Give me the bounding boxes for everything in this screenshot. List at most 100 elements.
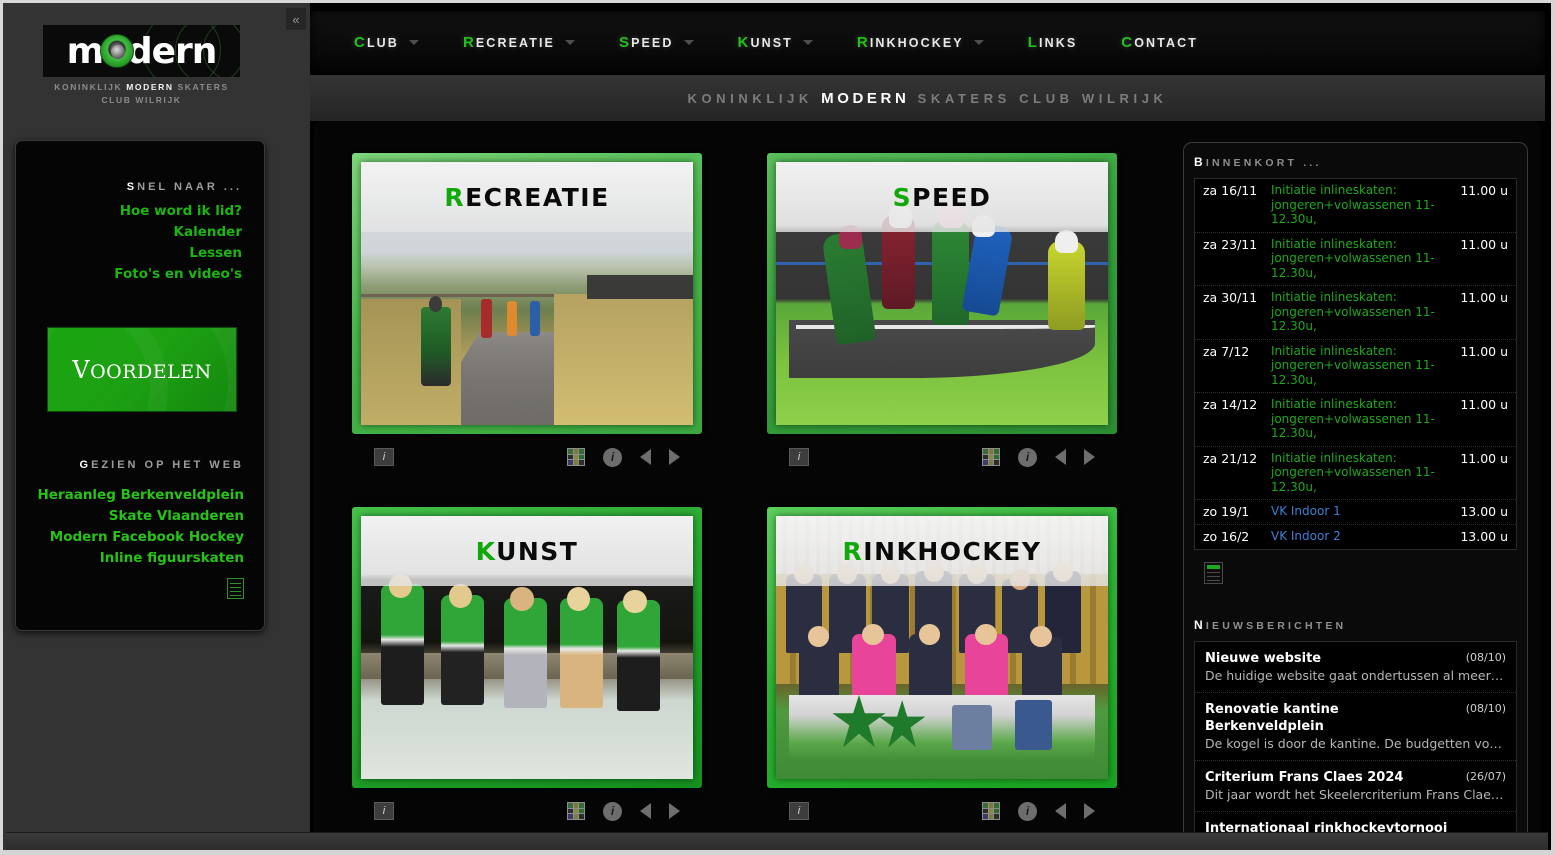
web-link-skate-vlaanderen[interactable]: Skate Vlaanderen bbox=[16, 506, 244, 527]
site-logo[interactable]: modern bbox=[43, 25, 240, 77]
grid-view-icon[interactable] bbox=[567, 448, 585, 466]
document-icon[interactable] bbox=[227, 578, 244, 599]
next-arrow-icon[interactable] bbox=[1084, 803, 1095, 819]
card-recreatie-tile[interactable]: RECREATIE bbox=[352, 153, 702, 434]
grid-view-icon[interactable] bbox=[982, 802, 1000, 820]
quick-links-title-rest: NEL NAAR ... bbox=[137, 181, 242, 193]
next-arrow-icon[interactable] bbox=[669, 449, 680, 465]
info-button[interactable]: i bbox=[374, 802, 394, 820]
info-button[interactable]: i bbox=[789, 802, 809, 820]
agenda-row[interactable]: zo 19/1 VK Indoor 1 13.00 u bbox=[1195, 500, 1516, 525]
about-icon[interactable]: i bbox=[603, 801, 622, 821]
quick-link-lid[interactable]: Hoe word ik lid? bbox=[16, 201, 242, 222]
card-speed: SPEED i i bbox=[767, 153, 1117, 472]
prev-arrow-icon[interactable] bbox=[1055, 449, 1066, 465]
quick-link-kalender[interactable]: Kalender bbox=[16, 222, 242, 243]
prev-arrow-icon[interactable] bbox=[640, 803, 651, 819]
logo-subtitle-strong: MODERN bbox=[126, 82, 174, 92]
nav-item-kunst[interactable]: KUNST bbox=[738, 34, 813, 51]
chevron-down-icon[interactable] bbox=[973, 39, 984, 45]
chevron-down-icon[interactable] bbox=[802, 39, 813, 45]
next-arrow-icon[interactable] bbox=[669, 803, 680, 819]
nav-item-club[interactable]: CLUB bbox=[354, 34, 419, 51]
prev-arrow-icon[interactable] bbox=[640, 449, 651, 465]
web-links-section: GEZIEN OP HET WEB Heraanleg Berkenveldpl… bbox=[16, 459, 264, 604]
news-item[interactable]: Nieuwe website (08/10) De huidige websit… bbox=[1195, 642, 1516, 693]
info-button[interactable]: i bbox=[789, 448, 809, 466]
site-title-post: SKATERS CLUB WILRIJK bbox=[909, 90, 1168, 106]
agenda-text: Initiatie inlineskaten: jongeren+volwass… bbox=[1271, 290, 1435, 333]
nav-cap-recreatie: R bbox=[462, 33, 476, 51]
content-stage: RECREATIE i i SPEED i i KUNST i i RINKHO… bbox=[314, 121, 1541, 850]
card-controls-recreatie: i i bbox=[352, 442, 702, 472]
card-cap-recreatie: R bbox=[444, 182, 466, 212]
nav-item-speed[interactable]: SPEED bbox=[619, 34, 694, 51]
agenda-row[interactable]: za 14/12 Initiatie inlineskaten: jongere… bbox=[1195, 393, 1516, 447]
agenda-row[interactable]: za 7/12 Initiatie inlineskaten: jongeren… bbox=[1195, 340, 1516, 393]
news-headline: Criterium Frans Claes 2024 bbox=[1205, 770, 1404, 785]
voordelen-button[interactable]: VOORDELEN bbox=[47, 327, 237, 412]
main-navigation: CLUB RECREATIE SPEED KUNST RINKHOCKEY LI… bbox=[310, 11, 1545, 73]
nav-label-links: INKS bbox=[1039, 35, 1078, 50]
info-button[interactable]: i bbox=[374, 448, 394, 466]
agenda-time: 13.00 u bbox=[1460, 504, 1508, 519]
chevron-down-icon[interactable] bbox=[564, 39, 575, 45]
about-icon[interactable]: i bbox=[1018, 447, 1037, 467]
quick-link-fotos[interactable]: Foto's en video's bbox=[16, 264, 242, 285]
news-excerpt: De huidige website gaat ondertussen al m… bbox=[1205, 668, 1506, 683]
nav-cap-links: L bbox=[1027, 33, 1039, 51]
nav-item-rinkhockey[interactable]: RINKHOCKEY bbox=[857, 34, 984, 51]
calendar-icon[interactable] bbox=[1204, 562, 1223, 584]
agenda-title-cap: B bbox=[1194, 155, 1206, 169]
agenda-row[interactable]: za 21/12 Initiatie inlineskaten: jongere… bbox=[1195, 447, 1516, 500]
agenda-time: 11.00 u bbox=[1460, 183, 1508, 198]
agenda-row[interactable]: za 30/11 Initiatie inlineskaten: jongere… bbox=[1195, 286, 1516, 340]
nav-item-contact[interactable]: CONTACT bbox=[1121, 34, 1198, 51]
card-label-speed: PEED bbox=[912, 182, 992, 212]
agenda-text: Initiatie inlineskaten: jongeren+volwass… bbox=[1271, 450, 1435, 494]
card-label-rinkhockey: INKHOCKEY bbox=[863, 536, 1042, 566]
web-link-inline-figuurskaten[interactable]: Inline figuurskaten bbox=[16, 548, 244, 569]
about-icon[interactable]: i bbox=[1018, 801, 1037, 821]
chevron-down-icon[interactable] bbox=[683, 39, 694, 45]
nav-item-links[interactable]: LINKS bbox=[1028, 34, 1078, 51]
agenda-title-rest: INNENKORT ... bbox=[1205, 157, 1322, 169]
agenda-text: Initiatie inlineskaten: jongeren+volwass… bbox=[1271, 183, 1435, 226]
agenda-time: 11.00 u bbox=[1460, 397, 1508, 412]
card-recreatie: RECREATIE i i bbox=[352, 153, 702, 472]
quick-links-title: SNEL NAAR ... bbox=[16, 181, 242, 193]
agenda-row[interactable]: za 16/11 Initiatie inlineskaten: jongere… bbox=[1195, 179, 1516, 233]
next-arrow-icon[interactable] bbox=[1084, 449, 1095, 465]
agenda-row[interactable]: zo 16/2 VK Indoor 2 13.00 u bbox=[1195, 525, 1516, 549]
agenda-date: za 14/12 bbox=[1203, 397, 1258, 412]
card-speed-tile[interactable]: SPEED bbox=[767, 153, 1117, 434]
agenda-text: VK Indoor 1 bbox=[1271, 504, 1341, 518]
grid-view-icon[interactable] bbox=[982, 448, 1000, 466]
collapse-sidebar-button[interactable]: « bbox=[286, 8, 306, 30]
agenda-row[interactable]: za 23/11 Initiatie inlineskaten: jongere… bbox=[1195, 233, 1516, 286]
news-date: (08/10) bbox=[1465, 702, 1506, 715]
logo-wordmark: modern bbox=[66, 30, 218, 72]
news-item[interactable]: Renovatie kantine Berkenveldplein (08/10… bbox=[1195, 693, 1516, 761]
prev-arrow-icon[interactable] bbox=[1055, 803, 1066, 819]
card-rinkhockey-tile[interactable]: RINKHOCKEY bbox=[767, 507, 1117, 788]
voordelen-rest: OORDELEN bbox=[90, 360, 212, 383]
card-caption-bar: SPEED bbox=[776, 162, 1108, 232]
quick-links-title-cap: S bbox=[126, 181, 138, 193]
chevron-down-icon[interactable] bbox=[408, 39, 419, 45]
card-kunst-tile[interactable]: KUNST bbox=[352, 507, 702, 788]
horizontal-scrollbar[interactable] bbox=[6, 832, 1548, 850]
web-link-facebook-hockey[interactable]: Modern Facebook Hockey bbox=[16, 527, 244, 548]
quick-link-lessen[interactable]: Lessen bbox=[16, 243, 242, 264]
web-link-berkenveldplein[interactable]: Heraanleg Berkenveldplein bbox=[16, 485, 244, 506]
card-caption-bar: RINKHOCKEY bbox=[776, 516, 1108, 586]
news-item[interactable]: Criterium Frans Claes 2024 (26/07) Dit j… bbox=[1195, 761, 1516, 812]
about-icon[interactable]: i bbox=[603, 447, 622, 467]
card-kunst: KUNST i i bbox=[352, 507, 702, 826]
agenda-date: za 23/11 bbox=[1203, 236, 1258, 252]
logo-subtitle: KONINKLIJK MODERN SKATERS CLUB WILRIJK bbox=[43, 81, 240, 107]
nav-item-recreatie[interactable]: RECREATIE bbox=[463, 34, 575, 51]
grid-view-icon[interactable] bbox=[567, 802, 585, 820]
agenda-text: Initiatie inlineskaten: jongeren+volwass… bbox=[1271, 397, 1435, 440]
card-caption-bar: KUNST bbox=[361, 516, 693, 586]
